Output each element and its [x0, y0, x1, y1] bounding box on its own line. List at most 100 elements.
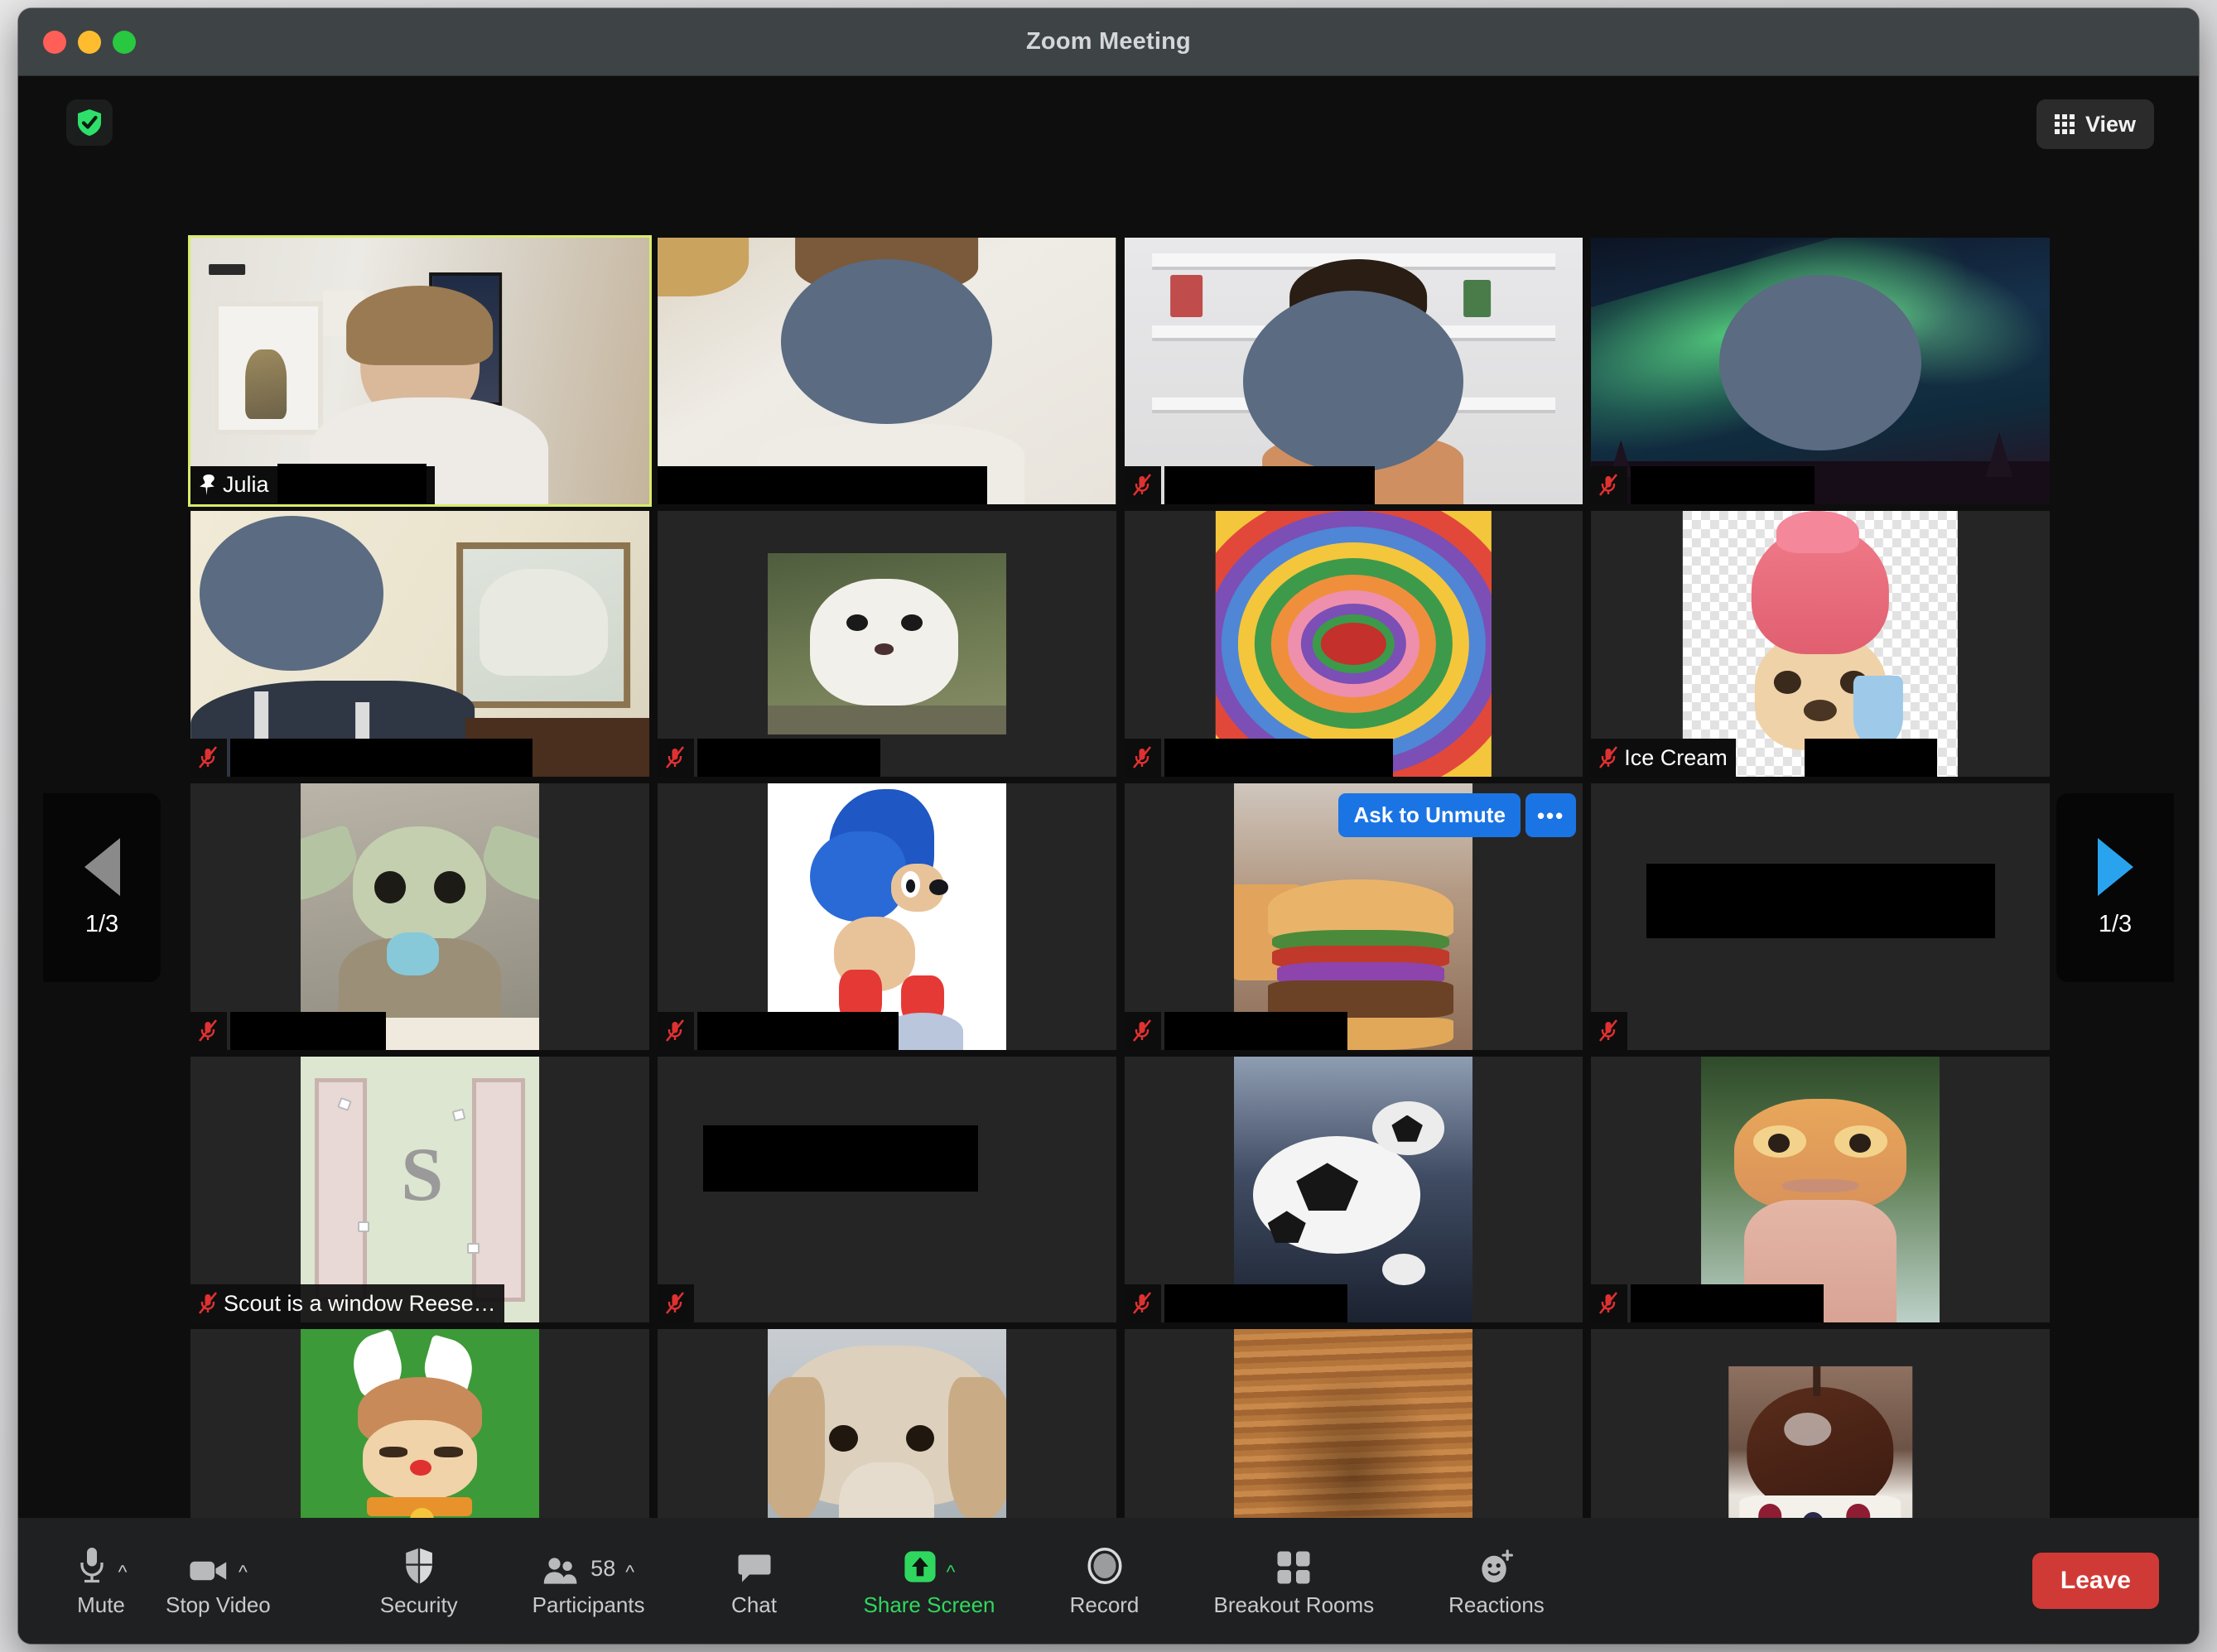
participant-tile[interactable] — [1124, 1056, 1583, 1323]
redacted-name — [1646, 863, 1995, 938]
participant-tile[interactable]: S Scout is a window Reese… — [190, 1056, 649, 1323]
video-options-chevron[interactable]: ^ — [239, 1563, 248, 1582]
chevron-left-icon — [84, 837, 120, 896]
participant-tile[interactable]: Julia — [188, 235, 652, 507]
mute-button[interactable]: ^ Mute — [51, 1532, 151, 1630]
video-stage: View Julia Ice Cream Ask to Unmute ••• S… — [18, 76, 2199, 1518]
avatar-photo — [1216, 510, 1492, 778]
next-page-button[interactable]: 1/3 — [2056, 793, 2174, 982]
reactions-button[interactable]: Reactions — [1434, 1532, 1559, 1630]
participant-tile[interactable] — [1591, 783, 2050, 1050]
redacted-name — [696, 1011, 899, 1050]
microphone-muted-icon — [1132, 1292, 1151, 1315]
redacted-name — [1805, 739, 1938, 778]
mute-options-chevron[interactable]: ^ — [118, 1563, 128, 1582]
video-camera-icon — [190, 1561, 227, 1581]
microphone-muted-icon — [1599, 1019, 1618, 1042]
leave-button[interactable]: Leave — [2031, 1553, 2159, 1609]
redacted-name — [703, 1125, 979, 1192]
participant-tile[interactable] — [657, 783, 1116, 1050]
microphone-muted-icon — [1599, 1292, 1618, 1315]
participant-name-bar — [1591, 1011, 1628, 1050]
participant-tile[interactable] — [190, 783, 649, 1050]
window-title: Zoom Meeting — [1026, 28, 1191, 55]
participant-name-bar — [1124, 739, 1161, 778]
share-options-chevron[interactable]: ^ — [947, 1563, 956, 1582]
participant-name-bar — [190, 1011, 227, 1050]
redacted-name — [1631, 1284, 1824, 1323]
share-screen-button[interactable]: ^ Share Screen — [849, 1532, 1010, 1630]
video-feed — [190, 510, 649, 778]
participant-tile[interactable] — [657, 1056, 1116, 1323]
avatar-photo: S — [300, 1056, 539, 1323]
participant-name-bar — [1124, 465, 1161, 504]
redacted-name — [1164, 1284, 1347, 1323]
avatar-image — [658, 783, 1116, 1050]
participant-tile[interactable] — [1591, 238, 2050, 504]
microphone-muted-icon — [1132, 746, 1151, 768]
participant-name-bar — [1124, 1284, 1161, 1323]
redacted-name — [230, 1011, 387, 1050]
participant-tile[interactable] — [1124, 1329, 1583, 1518]
chat-button[interactable]: Chat — [705, 1532, 804, 1630]
avatar-photo — [300, 1329, 539, 1518]
ask-to-unmute-button[interactable]: Ask to Unmute — [1338, 793, 1521, 838]
participant-name-bar — [657, 739, 694, 778]
participant-name: Scout is a window Reese… — [224, 1290, 496, 1316]
microphone-muted-icon — [198, 746, 218, 768]
participant-tile[interactable]: Ice Cream — [1591, 510, 2050, 778]
microphone-muted-icon — [665, 1292, 684, 1315]
microphone-muted-icon — [198, 1019, 218, 1042]
record-label: Record — [1069, 1592, 1140, 1617]
view-button[interactable]: View — [2036, 99, 2154, 149]
avatar-image — [658, 511, 1116, 778]
security-button[interactable]: Security — [365, 1532, 473, 1630]
participant-name: Julia — [223, 472, 269, 498]
participant-tile[interactable] — [1591, 1056, 2050, 1323]
reactions-label: Reactions — [1448, 1592, 1545, 1617]
participant-tile[interactable]: Ask to Unmute ••• — [1124, 783, 1583, 1050]
participant-tile[interactable] — [1124, 510, 1583, 778]
chat-bubble-icon — [738, 1554, 771, 1582]
participant-tile[interactable] — [1591, 1329, 2050, 1518]
previous-page-button[interactable]: 1/3 — [43, 793, 161, 982]
avatar-image — [190, 783, 649, 1050]
participant-name-bar: Julia — [190, 463, 435, 504]
participants-button[interactable]: 58 ^ Participants — [518, 1532, 660, 1630]
face-blur-overlay — [200, 516, 383, 671]
participant-tile[interactable] — [657, 1329, 1116, 1518]
microphone-muted-icon — [1132, 1019, 1151, 1042]
encryption-shield-badge[interactable] — [66, 99, 113, 146]
view-button-label: View — [2084, 111, 2136, 137]
titlebar: Zoom Meeting — [18, 8, 2199, 76]
avatar-image — [1591, 510, 2050, 778]
meeting-toolbar: ^ Mute ^ Stop Video Security 58 ^ Partic… — [18, 1518, 2199, 1644]
microphone-muted-icon — [665, 746, 684, 768]
breakout-rooms-button[interactable]: Breakout Rooms — [1199, 1532, 1390, 1630]
stop-video-button[interactable]: ^ Stop Video — [151, 1532, 286, 1630]
redacted-name — [657, 465, 988, 504]
participant-name-bar — [657, 1284, 694, 1323]
face-blur-overlay — [781, 258, 992, 425]
participant-tile[interactable] — [657, 238, 1116, 504]
redacted-name — [277, 463, 427, 504]
record-button[interactable]: Record — [1055, 1532, 1154, 1630]
page-indicator-right: 1/3 — [2098, 910, 2133, 937]
participant-tile[interactable] — [657, 510, 1116, 778]
participants-options-chevron[interactable]: ^ — [625, 1563, 634, 1582]
video-feed — [1124, 238, 1583, 504]
people-icon — [543, 1558, 577, 1584]
shield-icon — [405, 1548, 432, 1584]
shield-check-icon — [78, 109, 101, 136]
participant-tile[interactable] — [190, 510, 649, 778]
avatar-image — [1591, 1056, 2050, 1323]
avatar-image — [658, 1329, 1116, 1518]
face-blur-overlay — [1243, 291, 1464, 472]
microphone-muted-icon — [1132, 473, 1151, 496]
participant-tile[interactable] — [190, 1329, 649, 1518]
participant-tile[interactable] — [1124, 238, 1583, 504]
redacted-name — [1164, 1011, 1347, 1050]
more-options-button[interactable]: ••• — [1525, 793, 1577, 838]
avatar-image: S — [190, 1056, 649, 1323]
participant-name-bar — [1591, 465, 1628, 504]
